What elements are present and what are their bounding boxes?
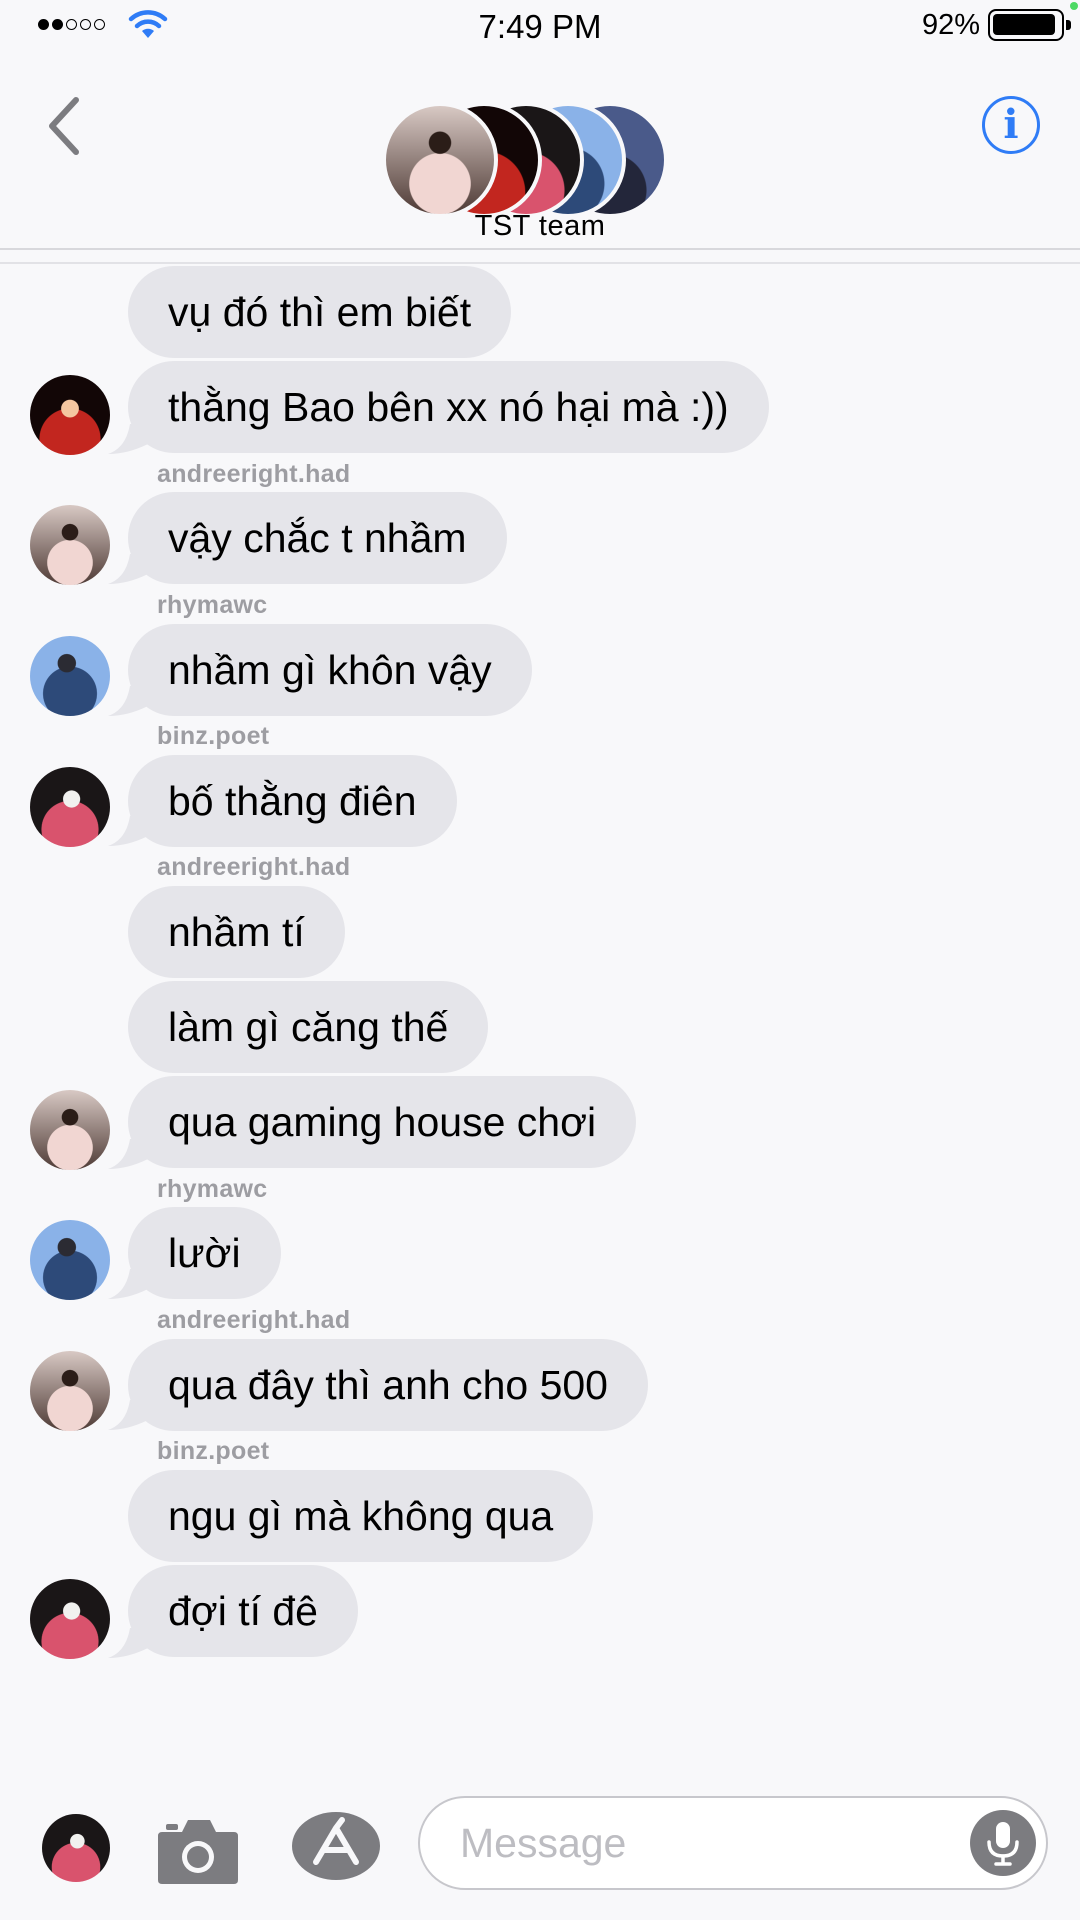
sender-avatar[interactable] (30, 767, 110, 847)
message-bubble[interactable]: thằng Bao bên xx nó hại mà :)) (128, 361, 769, 453)
sender-avatar[interactable] (30, 1220, 110, 1300)
message-bubble[interactable]: nhầm tí (128, 886, 345, 978)
message-bubble[interactable]: vậy chắc t nhầm (128, 492, 507, 584)
message-bubble[interactable]: đợi tí đê (128, 1565, 358, 1657)
sender-avatar[interactable] (30, 1090, 110, 1170)
composer-bar (0, 1780, 1080, 1920)
message-bubble[interactable]: lười (128, 1207, 281, 1299)
message-bubble[interactable]: vụ đó thì em biết (128, 266, 512, 358)
animoji-avatar-icon[interactable] (42, 1814, 110, 1882)
message-bubble[interactable]: bố thằng điên (128, 755, 457, 847)
sender-avatar[interactable] (30, 1579, 110, 1659)
message-input[interactable] (458, 1798, 942, 1888)
message-bubble[interactable]: nhầm gì khôn vậy (128, 624, 532, 716)
sender-avatar[interactable] (30, 505, 110, 585)
sender-avatar[interactable] (30, 375, 110, 455)
message-bubble[interactable]: qua gaming house chơi (128, 1076, 637, 1168)
camera-icon[interactable] (156, 1816, 240, 1886)
sender-avatar[interactable] (30, 1351, 110, 1431)
app-store-icon[interactable] (290, 1810, 384, 1882)
message-bubble[interactable]: qua đây thì anh cho 500 (128, 1339, 648, 1431)
sender-name: andreeright.had (157, 1306, 351, 1334)
sender-name: binz.poet (157, 722, 270, 750)
sender-avatar[interactable] (30, 636, 110, 716)
message-field (418, 1796, 1048, 1890)
sender-name: rhymawc (157, 1175, 268, 1203)
microphone-icon[interactable] (970, 1810, 1036, 1876)
message-bubble[interactable]: ngu gì mà không qua (128, 1470, 594, 1562)
sender-name: andreeright.had (157, 853, 351, 881)
sender-name: binz.poet (157, 1437, 270, 1465)
sender-name: rhymawc (157, 591, 268, 619)
message-bubble[interactable]: làm gì căng thế (128, 981, 489, 1073)
message-thread: vụ đó thì em biết thằng Bao bên xx nó hạ… (0, 0, 1080, 1920)
sender-name: andreeright.had (157, 460, 351, 488)
